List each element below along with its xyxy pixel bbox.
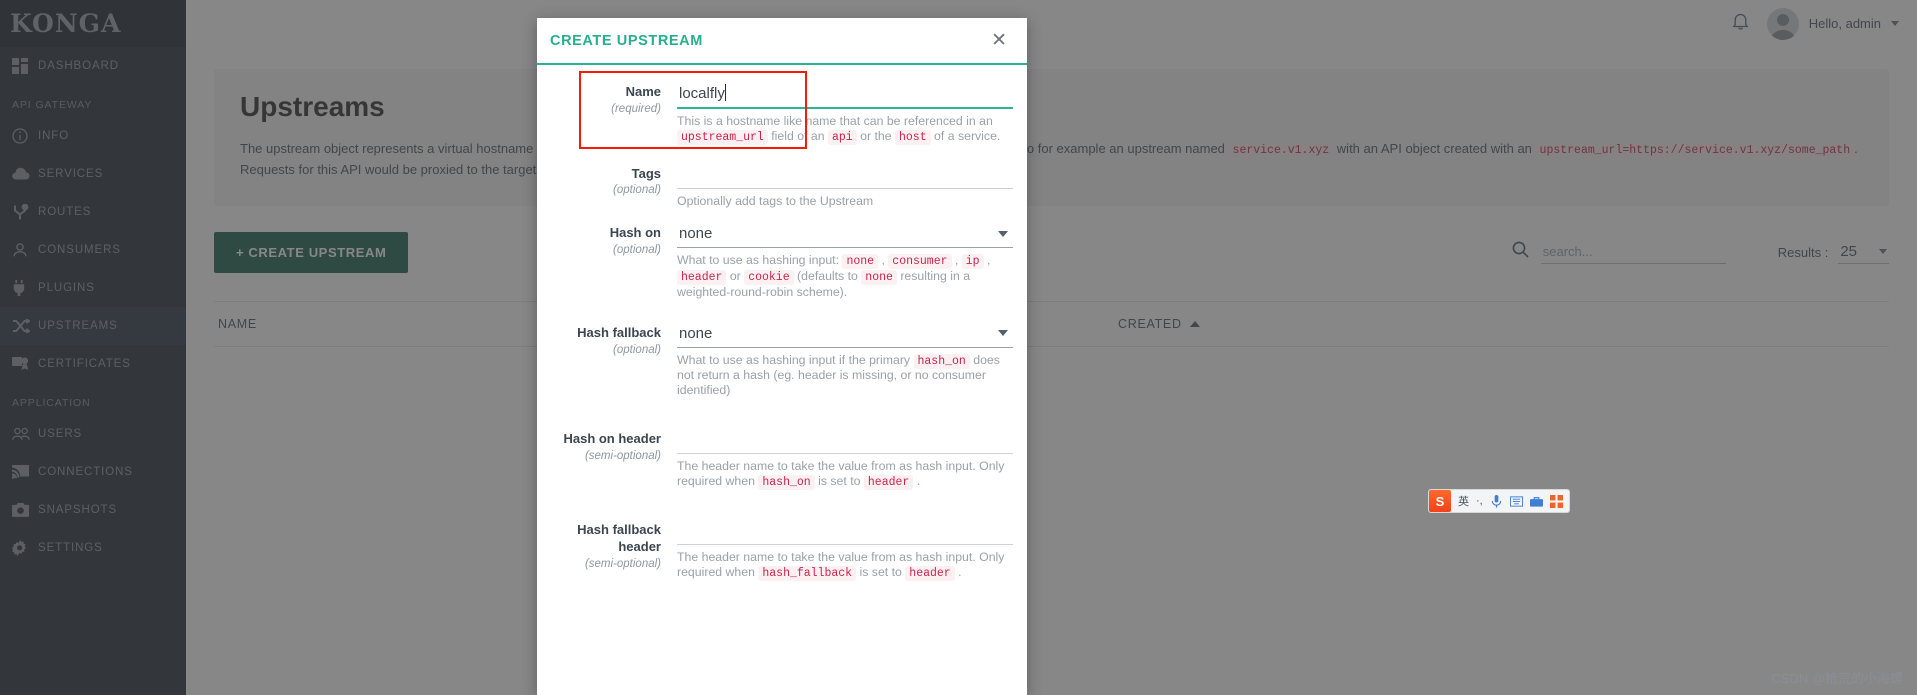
ime-punctuation-label[interactable]: ·, — [1476, 495, 1483, 507]
hint-text: . — [913, 473, 921, 488]
hint-code-token: none — [861, 270, 897, 286]
close-icon[interactable]: ✕ — [985, 27, 1013, 54]
hint-text: What to use as hashing input: — [677, 253, 843, 268]
ime-mode-label[interactable]: 英 — [1458, 493, 1469, 509]
field-hash-fallback-control: none What to use as hashing input if the… — [677, 322, 1013, 398]
field-hash-fallback-header-control: The header name to take the value from a… — [677, 519, 1013, 582]
hint-text: , — [951, 253, 962, 268]
tags-input[interactable] — [677, 163, 1013, 189]
field-requirement: (semi-optional) — [584, 449, 661, 462]
apps-icon[interactable] — [1549, 494, 1563, 508]
hint-text: , — [878, 253, 889, 268]
name-input-value: localfly — [679, 85, 725, 102]
field-label: Hash fallback header — [577, 522, 661, 555]
field-requirement: (required) — [611, 102, 661, 115]
field-hash-fallback-header-label-wrap: Hash fallback header (semi-optional) — [551, 519, 677, 581]
field-hash-fallback-header-hint: The header name to take the value from a… — [677, 550, 1013, 582]
hint-code-token: header — [677, 270, 727, 286]
hash-fallback-value: none — [679, 324, 713, 342]
field-tags-control: Optionally add tags to the Upstream — [677, 163, 1013, 209]
hint-text: Optionally add tags to the Upstream — [677, 193, 874, 208]
mic-icon[interactable] — [1490, 494, 1503, 508]
hint-code-token: hash_on — [913, 353, 970, 369]
hint-code-token: api — [828, 129, 857, 145]
chevron-down-icon — [998, 330, 1008, 337]
ime-logo-icon[interactable]: S — [1429, 490, 1451, 512]
field-name-control: localfly This is a hostname like name th… — [677, 81, 1013, 145]
field-label: Name — [625, 84, 661, 99]
field-hash-fallback: Hash fallback (optional) none What to us… — [551, 322, 1013, 398]
hash-on-header-input[interactable] — [677, 428, 1013, 454]
modal-header: CREATE UPSTREAM ✕ — [537, 18, 1027, 65]
hash-on-value: none — [679, 225, 713, 243]
hint-text: of a service. — [930, 128, 1001, 143]
hint-code-token: header — [905, 566, 955, 582]
hint-code-token: header — [863, 474, 914, 490]
hint-text: field of an — [767, 128, 828, 143]
text-cursor — [724, 84, 726, 101]
ime-toolbar[interactable]: S 英 ·, — [1428, 489, 1570, 513]
create-upstream-modal: CREATE UPSTREAM ✕ Name (required) localf… — [537, 18, 1027, 695]
field-hash-on-header-hint: The header name to take the value from a… — [677, 459, 1013, 490]
field-hash-on-header: Hash on header (semi-optional) The heade… — [551, 428, 1013, 490]
field-hash-on: Hash on (optional) none What to use as h… — [551, 222, 1013, 299]
field-hash-on-label-wrap: Hash on (optional) — [551, 222, 677, 299]
hint-code-token: host — [895, 129, 931, 145]
hint-text: is set to — [856, 565, 906, 580]
hint-text: is set to — [814, 473, 864, 488]
hash-fallback-select[interactable]: none — [677, 322, 1013, 348]
field-tags-hint: Optionally add tags to the Upstream — [677, 194, 1013, 209]
field-hash-fallback-header: Hash fallback header (semi-optional) The… — [551, 519, 1013, 582]
field-tags-label-wrap: Tags (optional) — [551, 163, 677, 209]
hint-text: . — [954, 565, 962, 580]
modal-body: Name (required) localfly This is a hostn… — [537, 65, 1027, 693]
field-hash-on-header-label-wrap: Hash on header (semi-optional) — [551, 428, 677, 490]
hash-on-select[interactable]: none — [677, 222, 1013, 249]
field-name: Name (required) localfly This is a hostn… — [551, 81, 1013, 145]
field-label: Hash on — [609, 225, 661, 241]
hint-text: This is a hostname like name that can be… — [677, 114, 993, 128]
hint-code-token: hash_fallback — [758, 566, 857, 582]
hint-text: or — [726, 269, 745, 284]
hint-code-token: consumer — [888, 254, 952, 270]
hint-code-token: upstream_url — [677, 129, 768, 145]
field-requirement: (semi-optional) — [584, 558, 661, 571]
field-hash-fallback-label-wrap: Hash fallback (optional) — [551, 322, 677, 398]
watermark: CSDN @拾荒的小海螺 — [1771, 671, 1903, 686]
toolbox-icon[interactable] — [1529, 495, 1543, 508]
app-root: KONGA DASHBOARD API GATEWAY INFO SERVICE… — [0, 0, 1917, 695]
field-requirement: (optional) — [613, 184, 661, 197]
hint-text: What to use as hashing input if the prim… — [677, 352, 914, 367]
hint-text: (defaults to — [793, 269, 862, 284]
field-label: Hash on header — [563, 430, 661, 446]
field-name-label-wrap: Name (required) — [551, 81, 677, 145]
field-hash-on-control: none What to use as hashing input: none … — [677, 222, 1013, 299]
field-hash-on-hint: What to use as hashing input: none , con… — [677, 253, 1013, 299]
hint-text: , — [983, 253, 991, 268]
hash-fallback-header-input[interactable] — [677, 519, 1013, 546]
chevron-down-icon — [998, 230, 1008, 237]
field-hash-on-header-control: The header name to take the value from a… — [677, 428, 1013, 490]
field-hash-fallback-hint: What to use as hashing input if the prim… — [677, 353, 1013, 398]
keyboard-icon[interactable] — [1509, 495, 1523, 508]
field-requirement: (optional) — [613, 244, 661, 257]
field-requirement: (optional) — [613, 343, 661, 356]
hint-code-token: none — [842, 254, 879, 270]
hint-code-token: cookie — [744, 270, 794, 286]
field-tags: Tags (optional) Optionally add tags to t… — [551, 163, 1013, 209]
hint-code-token: hash_on — [758, 474, 815, 490]
field-name-hint: This is a hostname like name that can be… — [677, 114, 1013, 145]
name-input[interactable]: localfly — [677, 81, 1013, 109]
hint-code-token: ip — [961, 254, 984, 270]
field-label: Tags — [631, 165, 661, 181]
field-label: Hash fallback — [577, 324, 661, 340]
hint-text: or the — [856, 128, 895, 143]
modal-title: CREATE UPSTREAM — [550, 32, 703, 49]
